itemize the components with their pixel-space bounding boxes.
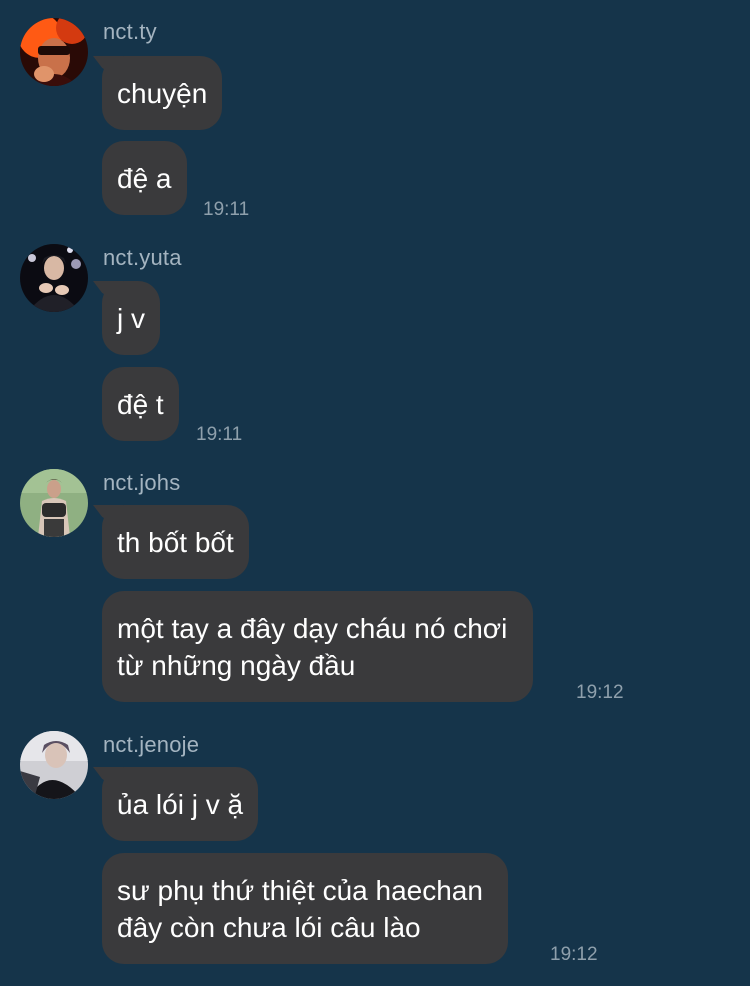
message-timestamp: 19:12 [576,682,624,703]
message-bubble[interactable]: sư phụ thứ thiệt của haechan đây còn chư… [102,853,508,964]
message-bubble[interactable]: chuyện [102,56,223,130]
username[interactable]: nct.yuta [103,244,182,272]
message-bubble[interactable]: j v [102,281,160,355]
message-timestamp: 19:11 [203,199,250,220]
message-bubble[interactable]: đệ t [102,367,179,441]
avatar-nct-ty[interactable] [20,18,88,86]
username[interactable]: nct.jenoje [103,731,199,759]
message-timestamp: 19:12 [550,944,598,965]
avatar-photo-dark-icon [20,244,88,312]
avatar-photo-green-icon [20,469,88,537]
chat-thread: nct.ty chuyện đệ a 19:11 nct.yuta j v đệ… [0,0,750,986]
avatar-photo-red-icon [20,18,88,86]
message-timestamp: 19:11 [196,424,243,445]
message-bubble[interactable]: ủa lói j v ặ [102,767,259,841]
avatar-nct-johs[interactable] [20,469,88,537]
username[interactable]: nct.ty [103,18,157,46]
message-bubble[interactable]: đệ a [102,141,187,215]
avatar-nct-jenoje[interactable] [20,731,88,799]
username[interactable]: nct.johs [103,469,180,497]
avatar-photo-gray-icon [20,731,88,799]
message-bubble[interactable]: th bốt bốt [102,505,249,579]
avatar-nct-yuta[interactable] [20,244,88,312]
message-bubble[interactable]: một tay a đây dạy cháu nó chơi từ những … [102,591,534,702]
